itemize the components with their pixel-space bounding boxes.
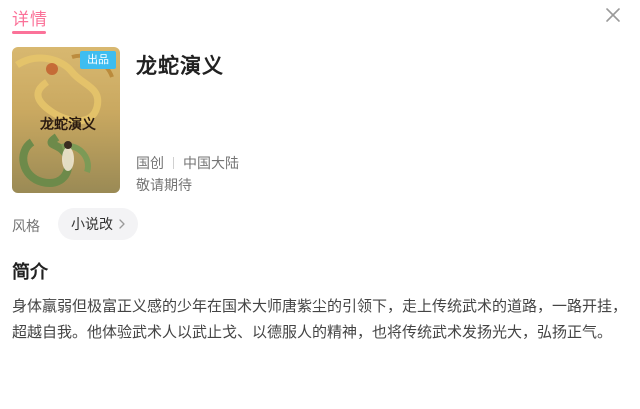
- close-button[interactable]: [600, 2, 626, 28]
- cover-badge: 出品: [80, 51, 116, 69]
- style-tag-label: 小说改: [71, 217, 113, 233]
- intro-text: 身体羸弱但极富正义感的少年在国术大师唐紫尘的引领下，走上传统武术的道路，一路开挂…: [12, 297, 628, 341]
- work-title: 龙蛇演义: [136, 54, 224, 78]
- meta-divider: [173, 157, 174, 169]
- work-meta: 国创 中国大陆: [136, 153, 239, 173]
- tab-active-indicator: [12, 31, 46, 34]
- style-tag-button[interactable]: 小说改: [58, 208, 138, 240]
- release-status: 敬请期待: [136, 178, 192, 194]
- cover-logo-text: 龙蛇演义: [39, 116, 96, 133]
- style-label: 风格: [12, 219, 40, 235]
- tab-details[interactable]: 详情: [12, 5, 48, 30]
- meta-region: 中国大陆: [183, 156, 239, 172]
- cover-image[interactable]: 龙蛇演义 出品: [12, 47, 120, 193]
- detail-header: 详情: [0, 0, 640, 38]
- chevron-right-icon: [119, 219, 125, 229]
- intro-heading: 简介: [12, 262, 48, 283]
- close-icon: [606, 8, 620, 22]
- meta-type: 国创: [136, 156, 164, 172]
